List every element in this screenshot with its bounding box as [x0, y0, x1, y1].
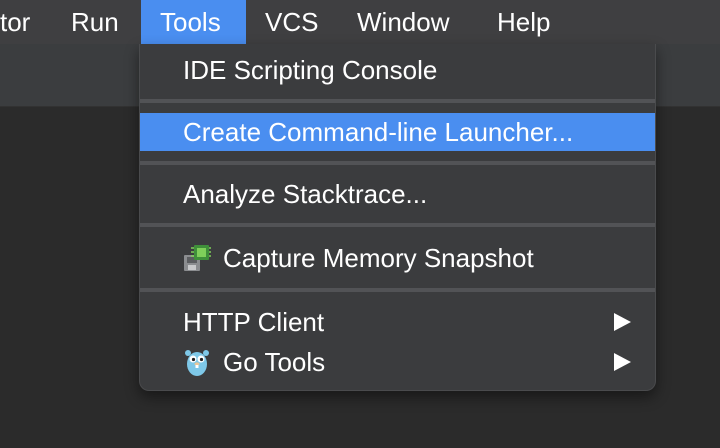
menu-item-ide-scripting-console[interactable]: IDE Scripting Console	[140, 51, 655, 89]
menu-item-label: Capture Memory Snapshot	[223, 243, 534, 273]
menubar-item-help[interactable]: Help	[497, 0, 550, 44]
menu-separator	[140, 288, 655, 292]
menu-separator	[140, 99, 655, 103]
menubar-item-editor[interactable]: tor	[0, 0, 30, 44]
submenu-arrow-icon	[614, 353, 631, 371]
tools-dropdown-menu: IDE Scripting Console Create Command-lin…	[139, 44, 656, 391]
menu-item-create-command-line-launcher[interactable]: Create Command-line Launcher...	[140, 113, 655, 151]
menubar-item-tools[interactable]: Tools	[141, 0, 246, 44]
menubar-item-run[interactable]: Run	[71, 0, 119, 44]
menu-bar: tor Run Tools VCS Window Help	[0, 0, 720, 44]
submenu-arrow-icon	[614, 313, 631, 331]
gopher-icon	[182, 347, 212, 377]
menubar-item-window[interactable]: Window	[357, 0, 449, 44]
menu-item-label: IDE Scripting Console	[183, 55, 438, 85]
menu-item-label: Analyze Stacktrace...	[183, 179, 428, 209]
menu-item-analyze-stacktrace[interactable]: Analyze Stacktrace...	[140, 175, 655, 213]
menu-separator	[140, 223, 655, 227]
memory-snapshot-icon	[182, 243, 212, 273]
menu-item-capture-memory-snapshot[interactable]: Capture Memory Snapshot	[140, 239, 655, 277]
menu-item-label: HTTP Client	[183, 307, 325, 337]
menu-item-label: Create Command-line Launcher...	[183, 117, 574, 147]
menu-item-go-tools[interactable]: Go Tools	[140, 343, 655, 381]
menu-item-http-client[interactable]: HTTP Client	[140, 303, 655, 341]
menu-separator	[140, 161, 655, 165]
menu-item-label: Go Tools	[223, 347, 326, 377]
menubar-item-vcs[interactable]: VCS	[265, 0, 318, 44]
